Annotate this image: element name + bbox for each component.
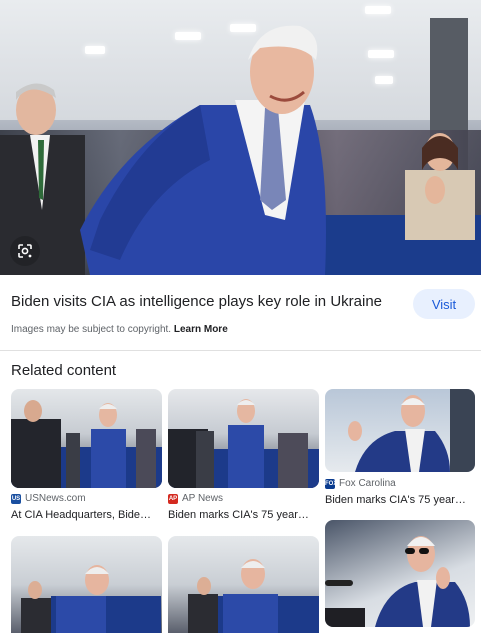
source-name: USNews.com — [25, 493, 86, 504]
related-caption[interactable]: At CIA Headquarters, Bide… — [11, 509, 159, 521]
related-caption[interactable]: Biden marks CIA's 75 year… — [168, 509, 316, 521]
usnews-icon: US — [11, 493, 21, 504]
related-content-heading: Related content — [11, 362, 117, 379]
result-title[interactable]: Biden visits CIA as intelligence plays k… — [11, 293, 382, 310]
ceiling-light — [375, 76, 393, 84]
visit-button[interactable]: Visit — [413, 289, 475, 319]
related-photo — [188, 559, 319, 633]
related-photo — [325, 536, 470, 627]
main-image[interactable] — [0, 0, 481, 275]
lens-icon — [18, 244, 32, 258]
person-right — [405, 133, 475, 240]
related-image[interactable] — [11, 536, 162, 633]
ceiling-light — [365, 6, 391, 14]
related-photo — [168, 399, 319, 488]
related-photo — [21, 565, 161, 633]
divider — [0, 350, 481, 351]
related-image[interactable] — [11, 389, 162, 488]
copyright-text: Images may be subject to copyright. — [11, 324, 172, 335]
apnews-icon: AP — [168, 493, 178, 504]
learn-more-link[interactable]: Learn More — [174, 324, 228, 335]
ceiling-light — [368, 50, 394, 58]
related-image[interactable] — [325, 389, 475, 472]
google-lens-button[interactable] — [10, 236, 40, 266]
source-name: AP News — [182, 493, 223, 504]
related-image[interactable] — [325, 520, 475, 627]
related-source: AP AP News — [168, 493, 223, 504]
related-photo — [348, 389, 475, 472]
related-source: US USNews.com — [11, 493, 86, 504]
related-image[interactable] — [168, 389, 319, 488]
person-center — [80, 25, 326, 275]
related-image[interactable] — [168, 536, 319, 633]
fox-icon: FOX — [325, 478, 338, 489]
related-caption[interactable]: Biden marks CIA's 75 year… — [325, 494, 473, 506]
related-source: FOX Fox Carolina — [325, 478, 396, 489]
source-name: Fox Carolina — [339, 478, 396, 489]
related-photo — [11, 400, 162, 488]
copyright-notice: Images may be subject to copyright. Lear… — [11, 324, 228, 335]
